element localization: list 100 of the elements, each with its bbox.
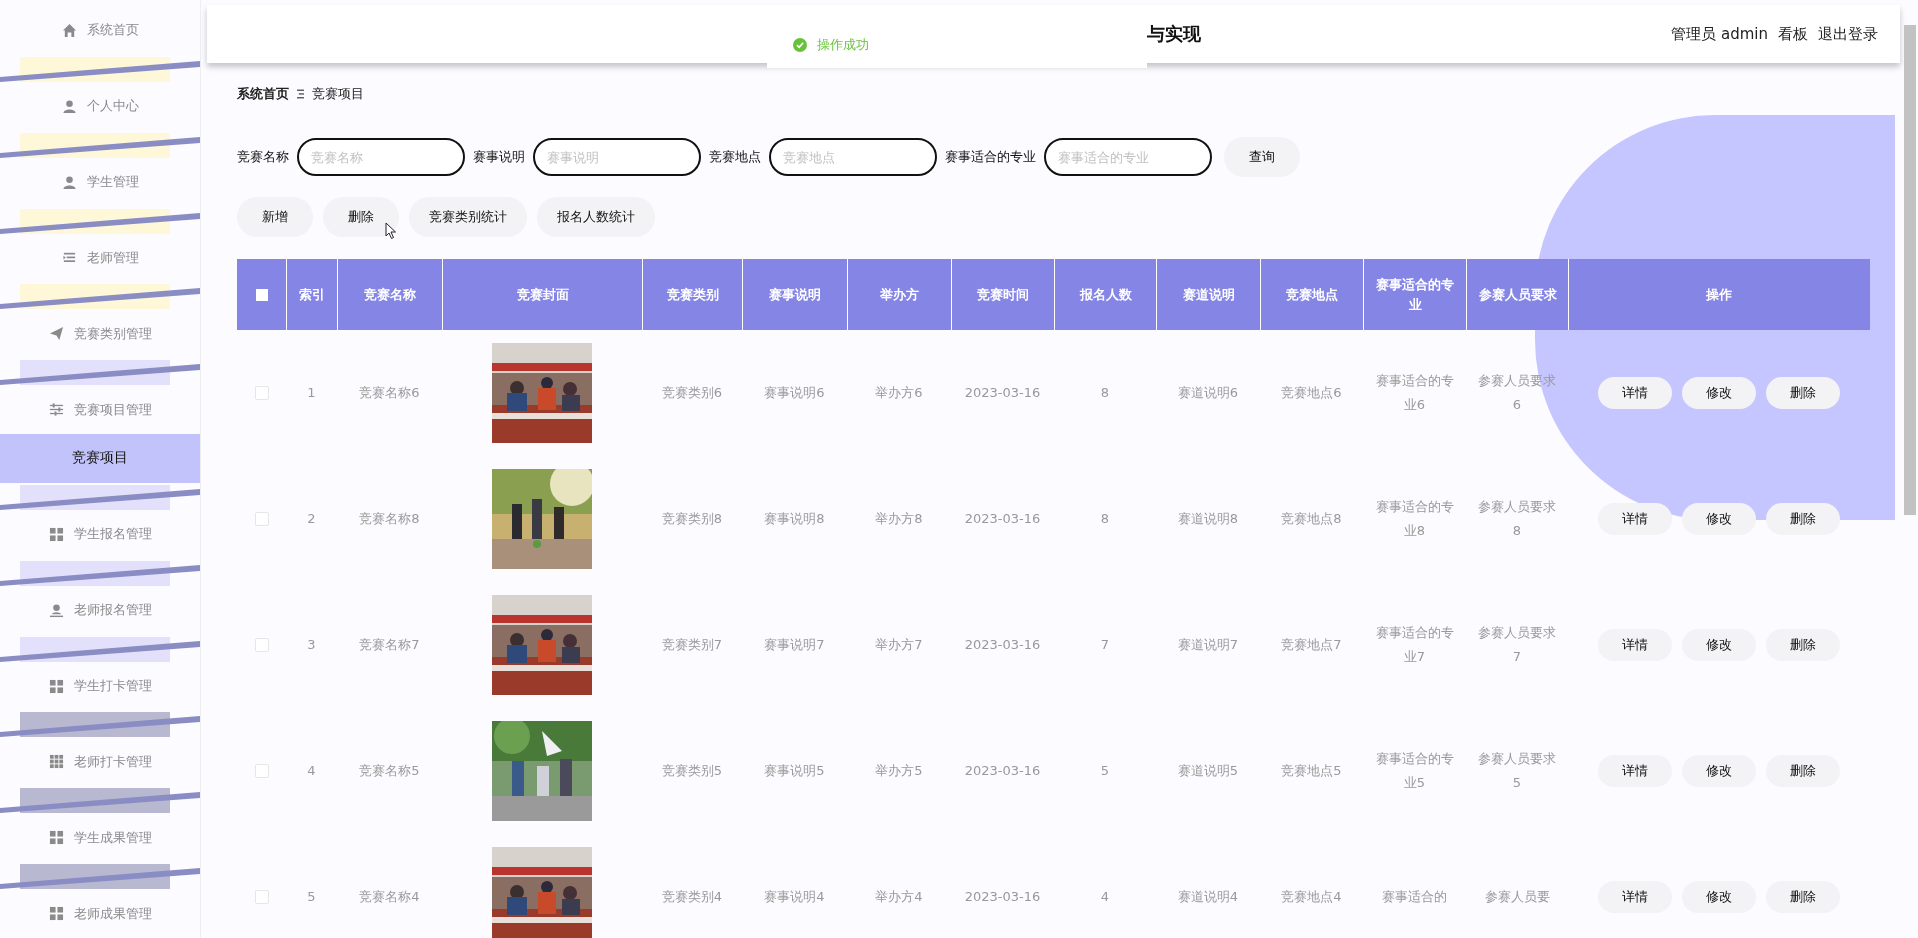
table-cell-text: 赛事适合的专业6 — [1374, 372, 1455, 414]
table-cell-text: 2023-03-16 — [964, 636, 1041, 654]
search-field[interactable]: 赛事说明 — [533, 138, 701, 176]
column-header: 竞赛类别 — [666, 285, 719, 304]
row-action-button[interactable]: 详情 — [1597, 377, 1672, 409]
table-cell-text: 竞赛地点6 — [1281, 384, 1342, 402]
table-cell-text: 举办方6 — [875, 384, 923, 402]
system-title: 与实现 — [1147, 22, 1201, 46]
sidebar-item[interactable]: 老师管理 — [0, 233, 200, 283]
row-action-button[interactable]: 详情 — [1597, 629, 1672, 661]
row-action-button[interactable]: 删除 — [1765, 755, 1840, 787]
action-button[interactable]: 竞赛类别统计 — [409, 197, 527, 237]
sidebar-subitem[interactable]: 竞赛项目 — [0, 434, 200, 483]
scrollbar[interactable] — [1904, 25, 1916, 515]
action-button[interactable]: 报名人数统计 — [537, 197, 655, 237]
sidebar-item[interactable]: 老师报名管理 — [0, 585, 200, 635]
sidebar-item[interactable]: 老师成果管理 — [0, 889, 200, 938]
row-checkbox[interactable] — [254, 386, 269, 400]
field-label: 竞赛地点 — [709, 148, 761, 166]
table-cell-text: 竞赛地点7 — [1281, 636, 1342, 654]
grid-icon — [48, 754, 64, 770]
breadcrumb-item: 竞赛项目 — [312, 85, 364, 103]
table-cell-text: 5 — [307, 888, 316, 906]
column-header: 赛事适合的专业 — [1375, 275, 1455, 314]
column-header: 赛事说明 — [769, 285, 821, 304]
action-button[interactable]: 删除 — [323, 197, 399, 237]
sidebar-label: 学生打卡管理 — [73, 677, 152, 695]
table-cell-text: 2023-03-16 — [964, 762, 1041, 780]
table-cell-text: 5 — [1100, 762, 1110, 780]
table-cell-text: 参赛人员要 — [1484, 888, 1550, 906]
table-cell-text: 赛道说明8 — [1177, 510, 1239, 528]
field-label: 竞赛名称 — [237, 148, 289, 166]
row-action-button[interactable]: 删除 — [1765, 881, 1840, 913]
row-action-button[interactable]: 修改 — [1681, 881, 1756, 913]
table-cell-text: 赛事说明4 — [764, 888, 825, 906]
table-cell-text: 竞赛名称8 — [359, 510, 420, 528]
row-action-button[interactable]: 修改 — [1681, 629, 1756, 661]
row-action-button[interactable]: 详情 — [1597, 503, 1672, 535]
row-action-button[interactable]: 删除 — [1765, 377, 1840, 409]
column-header: 赛道说明 — [1182, 285, 1235, 304]
search-button[interactable]: 查询 — [1224, 137, 1300, 177]
row-checkbox[interactable] — [254, 638, 269, 652]
table-cell-text: 竞赛类别6 — [661, 384, 723, 402]
column-header: 竞赛封面 — [516, 285, 569, 304]
table-cell-text: 竞赛地点4 — [1281, 888, 1342, 906]
search-field[interactable]: 赛事适合的专业 — [1044, 138, 1212, 176]
top-link[interactable]: 看板 — [1778, 24, 1808, 44]
table-cell-text: 赛事适合的 — [1382, 888, 1447, 906]
sidebar-item[interactable]: 竞赛项目管理 — [0, 385, 200, 435]
table-cell-text: 赛道说明7 — [1177, 636, 1239, 654]
sidebar-label: 学生管理 — [86, 173, 139, 192]
table-cell-text: 竞赛类别5 — [661, 762, 723, 780]
sidebar-item[interactable]: 学生打卡管理 — [0, 661, 200, 711]
row-checkbox[interactable] — [254, 512, 269, 526]
table-cell-text: 赛事适合的专业7 — [1374, 624, 1455, 666]
sidebar-label: 老师报名管理 — [73, 601, 152, 620]
sidebar-label: 竞赛项目管理 — [73, 400, 152, 419]
table-cell-text: 参赛人员要求8 — [1477, 498, 1557, 540]
sidebar-item[interactable]: 学生报名管理 — [0, 509, 200, 559]
table-cell-text: 8 — [1100, 510, 1110, 528]
row-action-button[interactable]: 删除 — [1765, 503, 1840, 535]
table-cell-text: 2023-03-16 — [964, 888, 1041, 906]
select-all-checkbox[interactable] — [255, 288, 268, 301]
table-cell-text: 8 — [1100, 384, 1110, 402]
row-action-button[interactable]: 修改 — [1681, 755, 1756, 787]
row-checkbox[interactable] — [254, 890, 269, 904]
row-action-button[interactable]: 删除 — [1765, 629, 1840, 661]
table-cell-text: 竞赛名称5 — [359, 762, 420, 780]
sidebar-item[interactable]: 学生成果管理 — [0, 813, 200, 863]
row-checkbox[interactable] — [254, 764, 269, 778]
grid-icon — [48, 830, 64, 846]
table-cell-text: 4 — [307, 762, 316, 780]
breadcrumb-item[interactable]: 系统首页 — [237, 85, 289, 103]
user-icon — [48, 602, 64, 618]
action-button[interactable]: 新增 — [237, 197, 313, 237]
table-cell-text: 赛事说明8 — [764, 510, 825, 528]
search-field[interactable]: 竞赛名称 — [297, 138, 465, 176]
row-action-button[interactable]: 修改 — [1681, 377, 1756, 409]
table-cell-text: 赛道说明6 — [1177, 384, 1239, 402]
row-action-button[interactable]: 详情 — [1597, 881, 1672, 913]
breadcrumb-separator-icon — [297, 89, 304, 99]
search-field[interactable]: 竞赛地点 — [769, 138, 937, 176]
sidebar-item[interactable]: 个人中心 — [0, 81, 200, 131]
sidebar-label: 个人中心 — [86, 97, 139, 116]
row-action-button[interactable]: 详情 — [1597, 755, 1672, 787]
table-cell-text: 竞赛名称6 — [359, 384, 420, 402]
table-cell-text: 赛事适合的专业5 — [1374, 750, 1455, 792]
sidebar-item[interactable]: 系统首页 — [0, 6, 200, 55]
row-action-button[interactable]: 修改 — [1681, 503, 1756, 535]
column-header: 举办方 — [880, 285, 919, 304]
table-cell-text: 竞赛地点5 — [1281, 762, 1342, 780]
table-cell-text: 2023-03-16 — [964, 384, 1041, 402]
sidebar-item[interactable]: 老师打卡管理 — [0, 737, 200, 787]
sidebar-item[interactable]: 竞赛类别管理 — [0, 309, 200, 359]
top-link[interactable]: 退出登录 — [1818, 24, 1878, 44]
table-cell-text: 举办方8 — [875, 510, 923, 528]
grid-icon — [48, 678, 64, 694]
sidebar-item[interactable]: 学生管理 — [0, 157, 200, 207]
table-cell-text: 参赛人员要求6 — [1477, 372, 1557, 414]
table-cell-text: 竞赛名称4 — [359, 888, 420, 906]
